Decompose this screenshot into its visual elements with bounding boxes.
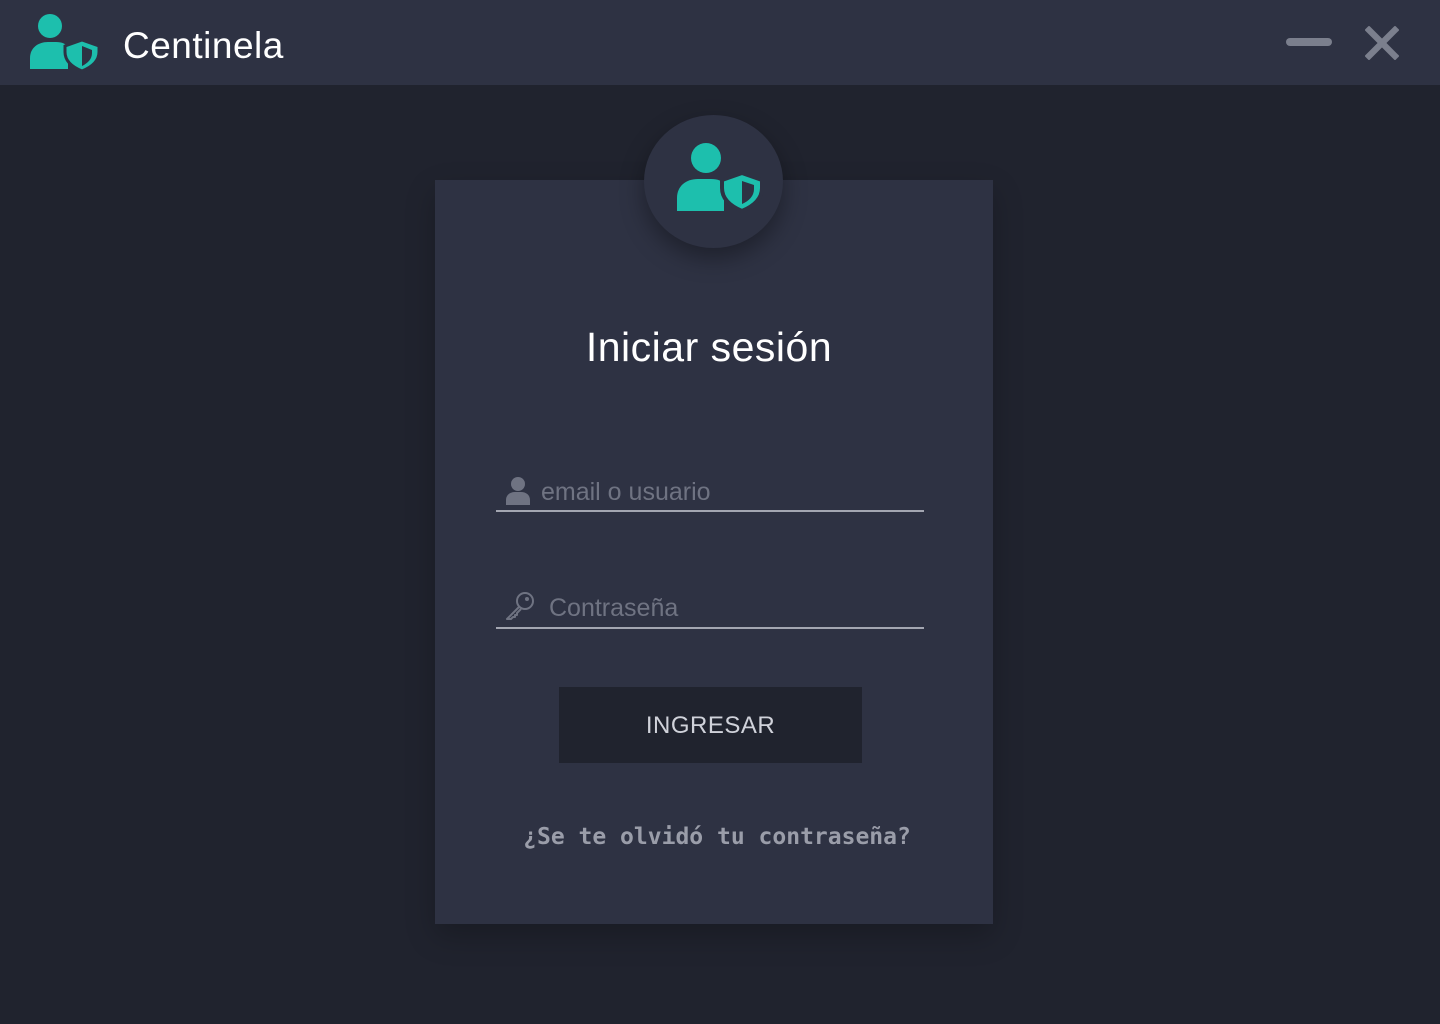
avatar (644, 115, 783, 248)
login-button[interactable]: INGRESAR (559, 687, 862, 763)
login-title: Iniciar sesión (585, 324, 833, 370)
app-title: Centinela (123, 25, 284, 66)
minimize-button[interactable] (1284, 27, 1334, 57)
password-input[interactable] (549, 587, 916, 629)
close-icon (1365, 26, 1399, 60)
key-icon (506, 592, 534, 620)
close-button[interactable] (1360, 20, 1404, 64)
user-shield-icon (677, 143, 763, 214)
username-field-wrapper (496, 470, 924, 512)
title-bar: Centinela (0, 0, 1440, 85)
password-field-wrapper (496, 585, 924, 629)
minimize-icon (1286, 38, 1332, 46)
login-card (435, 180, 993, 924)
user-icon (506, 477, 530, 505)
username-input[interactable] (541, 472, 916, 512)
forgot-password-link[interactable]: ¿Se te olvidó tu contraseña? (435, 822, 999, 852)
user-shield-icon (30, 14, 100, 72)
